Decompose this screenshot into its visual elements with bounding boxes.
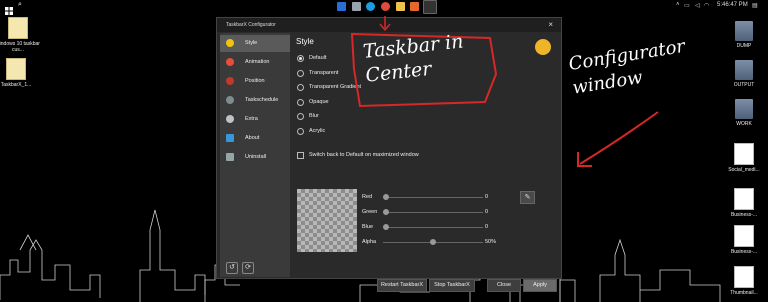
window-title: TaskbarX Configurator — [226, 22, 276, 28]
annotation-configurator-window: Configurator window — [567, 35, 687, 99]
slider-thumb[interactable] — [383, 209, 389, 215]
desktop-icon-output[interactable]: OUTPUT — [722, 60, 766, 88]
desktop-icon-dump[interactable]: DUMP — [722, 21, 766, 49]
close-button[interactable]: Close — [487, 279, 521, 292]
restore-icon[interactable]: ↺ — [226, 262, 238, 274]
blue-slider[interactable] — [383, 224, 483, 230]
sidebar-item-label: Extra — [245, 116, 258, 122]
color-preview — [297, 189, 357, 252]
desktop-icon-work[interactable]: WORK — [722, 99, 766, 127]
heart-icon — [226, 58, 234, 66]
slider-value-blue: 0 — [485, 224, 489, 230]
trash-icon — [226, 153, 234, 161]
info-icon — [226, 134, 234, 142]
refresh-icon[interactable]: ⟳ — [242, 262, 254, 274]
slider-value-green: 0 — [485, 209, 489, 215]
palette-icon — [226, 39, 234, 47]
radio-button[interactable] — [297, 84, 304, 91]
slider-thumb[interactable] — [383, 224, 389, 230]
page-title: Style — [296, 37, 314, 46]
gear-icon — [226, 115, 234, 123]
sidebar-item-label: Taskschedule — [245, 97, 279, 103]
tray-chevron-icon[interactable]: ˄ — [676, 2, 680, 8]
switch-back-label: Switch back to Default on maximized wind… — [309, 152, 419, 158]
stop-taskbarx-button[interactable]: Stop TaskbarX — [429, 279, 475, 292]
slider-label-blue: Blue — [362, 224, 374, 230]
palette-icon — [535, 39, 551, 55]
taskbarx-icon[interactable] — [423, 0, 437, 14]
slider-label-alpha: Alpha — [362, 239, 377, 245]
radio-button[interactable] — [297, 113, 304, 120]
slider-value-red: 0 — [485, 194, 489, 200]
close-icon[interactable]: × — [548, 20, 553, 29]
slider-label-green: Green — [362, 209, 378, 215]
wifi-icon[interactable]: ◠ — [704, 2, 709, 9]
folder-icon — [735, 99, 753, 119]
sidebar-item-extra[interactable]: Extra — [220, 111, 290, 128]
files-icon[interactable] — [410, 2, 419, 11]
sidebar-item-position[interactable]: Position — [220, 73, 290, 90]
switch-back-checkbox[interactable] — [297, 152, 304, 159]
color-picker-icon[interactable]: ✎ — [520, 191, 535, 204]
green-slider[interactable] — [383, 209, 483, 215]
red-slider[interactable] — [383, 194, 483, 200]
windows-start-icon[interactable] — [5, 2, 13, 15]
sidebar-item-label: Position — [245, 78, 265, 84]
alpha-slider[interactable] — [383, 239, 483, 245]
radio-button[interactable] — [297, 55, 304, 62]
edge-icon[interactable] — [366, 2, 375, 11]
slider-thumb[interactable] — [383, 194, 389, 200]
notification-icon[interactable]: ▤ — [752, 2, 758, 9]
app-shortcut-icon — [734, 143, 754, 165]
sidebar-item-taskschedule[interactable]: Taskschedule — [220, 92, 290, 109]
sidebar-item-label: Animation — [245, 59, 270, 65]
taskbar: ⌕ ˄ ▭ ◁ ◠ 5:46:47 PM ▤ — [0, 0, 768, 15]
folder-icon — [735, 21, 753, 41]
sidebar-item-style[interactable]: Style — [220, 35, 290, 52]
sidebar-item-label: Style — [245, 40, 258, 46]
document-icon — [6, 58, 26, 80]
desktop-icon-social-media[interactable]: Social_medi... — [722, 143, 766, 173]
folder-icon[interactable] — [396, 2, 405, 11]
trash-icon[interactable] — [352, 2, 361, 11]
battery-icon[interactable]: ▭ — [684, 2, 690, 9]
sidebar-item-label: Uninstall — [245, 154, 267, 160]
sidebar: Style Animation Position Taskschedule Ex… — [220, 33, 290, 277]
clock-icon — [226, 96, 234, 104]
sidebar-item-label: About — [245, 135, 260, 141]
search-icon[interactable]: ⌕ — [18, 1, 22, 9]
sidebar-item-uninstall[interactable]: Uninstall — [220, 149, 290, 166]
desktop-icon-windows-taskbar[interactable]: windows 10 taskbar cus... — [0, 17, 40, 53]
desktop-icon-taskbarx[interactable]: TaskbarX_1... — [0, 58, 38, 88]
desktop-icon[interactable] — [337, 2, 346, 11]
sidebar-item-animation[interactable]: Animation — [220, 54, 290, 71]
radio-button[interactable] — [297, 70, 304, 77]
folder-icon — [735, 60, 753, 80]
sidebar-item-about[interactable]: About — [220, 130, 290, 147]
radio-button[interactable] — [297, 128, 304, 135]
slider-value-alpha: 50% — [485, 239, 497, 245]
slider-label-red: Red — [362, 194, 373, 200]
restart-taskbarx-button[interactable]: Restart TaskbarX — [377, 279, 427, 292]
speaker-icon[interactable]: ◁ — [695, 2, 700, 9]
clock-time[interactable]: 5:46:47 PM — [717, 2, 748, 8]
radio-button[interactable] — [297, 99, 304, 106]
rocket-icon — [226, 77, 234, 85]
annotation-arrow — [577, 111, 659, 167]
document-icon — [8, 17, 28, 39]
apply-button[interactable]: Apply — [523, 279, 557, 292]
slider-thumb[interactable] — [430, 239, 436, 245]
chrome-icon[interactable] — [381, 2, 390, 11]
